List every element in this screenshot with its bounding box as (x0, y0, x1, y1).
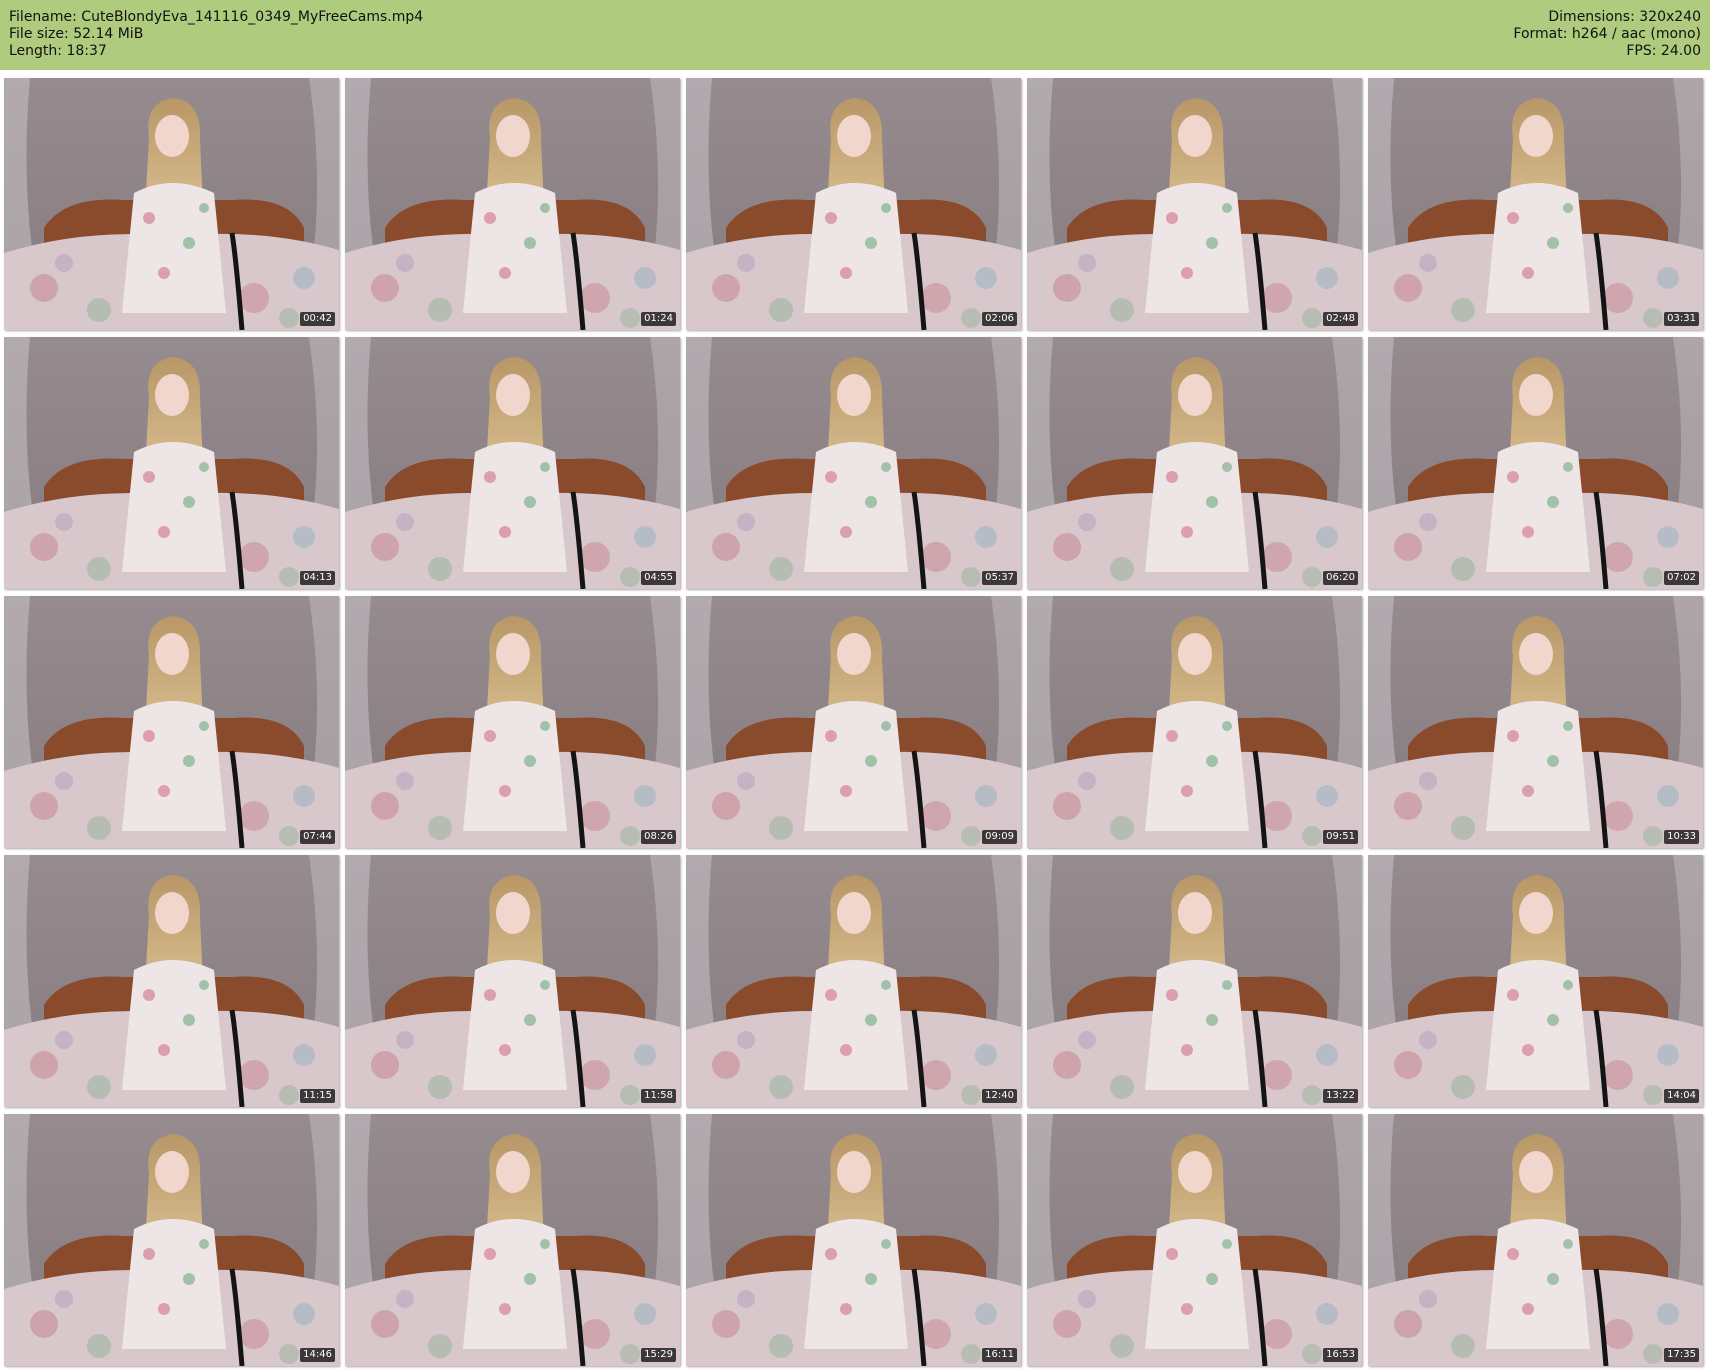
video-thumbnail: 06:20 (1027, 337, 1362, 589)
frame-image (1368, 596, 1703, 848)
thumbnail-timestamp: 04:13 (300, 571, 335, 585)
frame-image (345, 337, 680, 589)
frame-image (1027, 78, 1362, 330)
thumbnail-timestamp: 08:26 (641, 830, 676, 844)
frame-image (686, 337, 1021, 589)
video-thumbnail: 16:11 (686, 1114, 1021, 1366)
video-thumbnail: 16:53 (1027, 1114, 1362, 1366)
thumbnail-timestamp: 09:09 (982, 830, 1017, 844)
thumbnail-timestamp: 09:51 (1323, 830, 1358, 844)
frame-image (1027, 337, 1362, 589)
thumbnail-timestamp: 11:15 (300, 1089, 335, 1103)
frame-image (345, 1114, 680, 1366)
frame-image (686, 596, 1021, 848)
video-thumbnail: 02:06 (686, 78, 1021, 330)
video-thumbnail: 09:09 (686, 596, 1021, 848)
video-thumbnail: 12:40 (686, 855, 1021, 1107)
video-thumbnail: 15:29 (345, 1114, 680, 1366)
thumbnail-timestamp: 07:44 (300, 830, 335, 844)
thumbnail-timestamp: 10:33 (1664, 830, 1699, 844)
file-info-right: Dimensions: 320x240 Format: h264 / aac (… (1513, 9, 1701, 60)
video-thumbnail: 00:42 (4, 78, 339, 330)
video-thumbnail: 13:22 (1027, 855, 1362, 1107)
video-thumbnail: 04:13 (4, 337, 339, 589)
frame-image (1368, 855, 1703, 1107)
video-thumbnail: 05:37 (686, 337, 1021, 589)
thumbnail-timestamp: 02:06 (982, 312, 1017, 326)
video-thumbnail: 03:31 (1368, 78, 1703, 330)
format-text: Format: h264 / aac (mono) (1513, 26, 1701, 42)
frame-image (1368, 1114, 1703, 1366)
video-thumbnail: 11:15 (4, 855, 339, 1107)
frame-image (1027, 596, 1362, 848)
thumbnail-timestamp: 16:53 (1323, 1348, 1358, 1362)
info-header: Filename: CuteBlondyEva_141116_0349_MyFr… (0, 0, 1710, 70)
filename-text: Filename: CuteBlondyEva_141116_0349_MyFr… (9, 9, 424, 25)
video-thumbnail: 14:46 (4, 1114, 339, 1366)
thumbnail-timestamp: 11:58 (641, 1089, 676, 1103)
thumbnail-timestamp: 02:48 (1323, 312, 1358, 326)
frame-image (4, 337, 339, 589)
thumbnail-timestamp: 04:55 (641, 571, 676, 585)
frame-image (345, 78, 680, 330)
thumbnail-timestamp: 00:42 (300, 312, 335, 326)
video-thumbnail: 08:26 (345, 596, 680, 848)
video-thumbnail: 07:02 (1368, 337, 1703, 589)
frame-image (4, 596, 339, 848)
frame-image (1368, 337, 1703, 589)
thumbnail-timestamp: 14:46 (300, 1348, 335, 1362)
thumbnail-grid: 00:42 01:24 02:06 02:48 03:31 04:13 04:55 05:37… (4, 78, 1706, 1366)
thumbnail-timestamp: 13:22 (1323, 1089, 1358, 1103)
thumbnail-timestamp: 15:29 (641, 1348, 676, 1362)
thumbnail-timestamp: 07:02 (1664, 571, 1699, 585)
thumbnail-timestamp: 12:40 (982, 1089, 1017, 1103)
fps-text: FPS: 24.00 (1626, 43, 1701, 59)
frame-image (1027, 855, 1362, 1107)
frame-image (4, 1114, 339, 1366)
frame-image (686, 855, 1021, 1107)
frame-image (686, 1114, 1021, 1366)
thumbnail-timestamp: 03:31 (1664, 312, 1699, 326)
dimensions-text: Dimensions: 320x240 (1548, 9, 1701, 25)
thumbnail-timestamp: 05:37 (982, 571, 1017, 585)
frame-image (1368, 78, 1703, 330)
video-thumbnail: 10:33 (1368, 596, 1703, 848)
frame-image (4, 855, 339, 1107)
frame-image (345, 596, 680, 848)
frame-image (4, 78, 339, 330)
thumbnail-timestamp: 17:35 (1664, 1348, 1699, 1362)
filesize-text: File size: 52.14 MiB (9, 26, 144, 42)
thumbnail-timestamp: 01:24 (641, 312, 676, 326)
thumbnail-timestamp: 16:11 (982, 1348, 1017, 1362)
file-info-left: Filename: CuteBlondyEva_141116_0349_MyFr… (9, 9, 423, 60)
length-text: Length: 18:37 (9, 43, 107, 59)
frame-image (686, 78, 1021, 330)
video-thumbnail: 07:44 (4, 596, 339, 848)
frame-image (345, 855, 680, 1107)
video-thumbnail: 09:51 (1027, 596, 1362, 848)
video-thumbnail: 14:04 (1368, 855, 1703, 1107)
video-thumbnail: 11:58 (345, 855, 680, 1107)
video-thumbnail: 04:55 (345, 337, 680, 589)
video-thumbnail: 17:35 (1368, 1114, 1703, 1366)
frame-image (1027, 1114, 1362, 1366)
thumbnail-timestamp: 06:20 (1323, 571, 1358, 585)
video-thumbnail: 02:48 (1027, 78, 1362, 330)
video-thumbnail: 01:24 (345, 78, 680, 330)
thumbnail-timestamp: 14:04 (1664, 1089, 1699, 1103)
